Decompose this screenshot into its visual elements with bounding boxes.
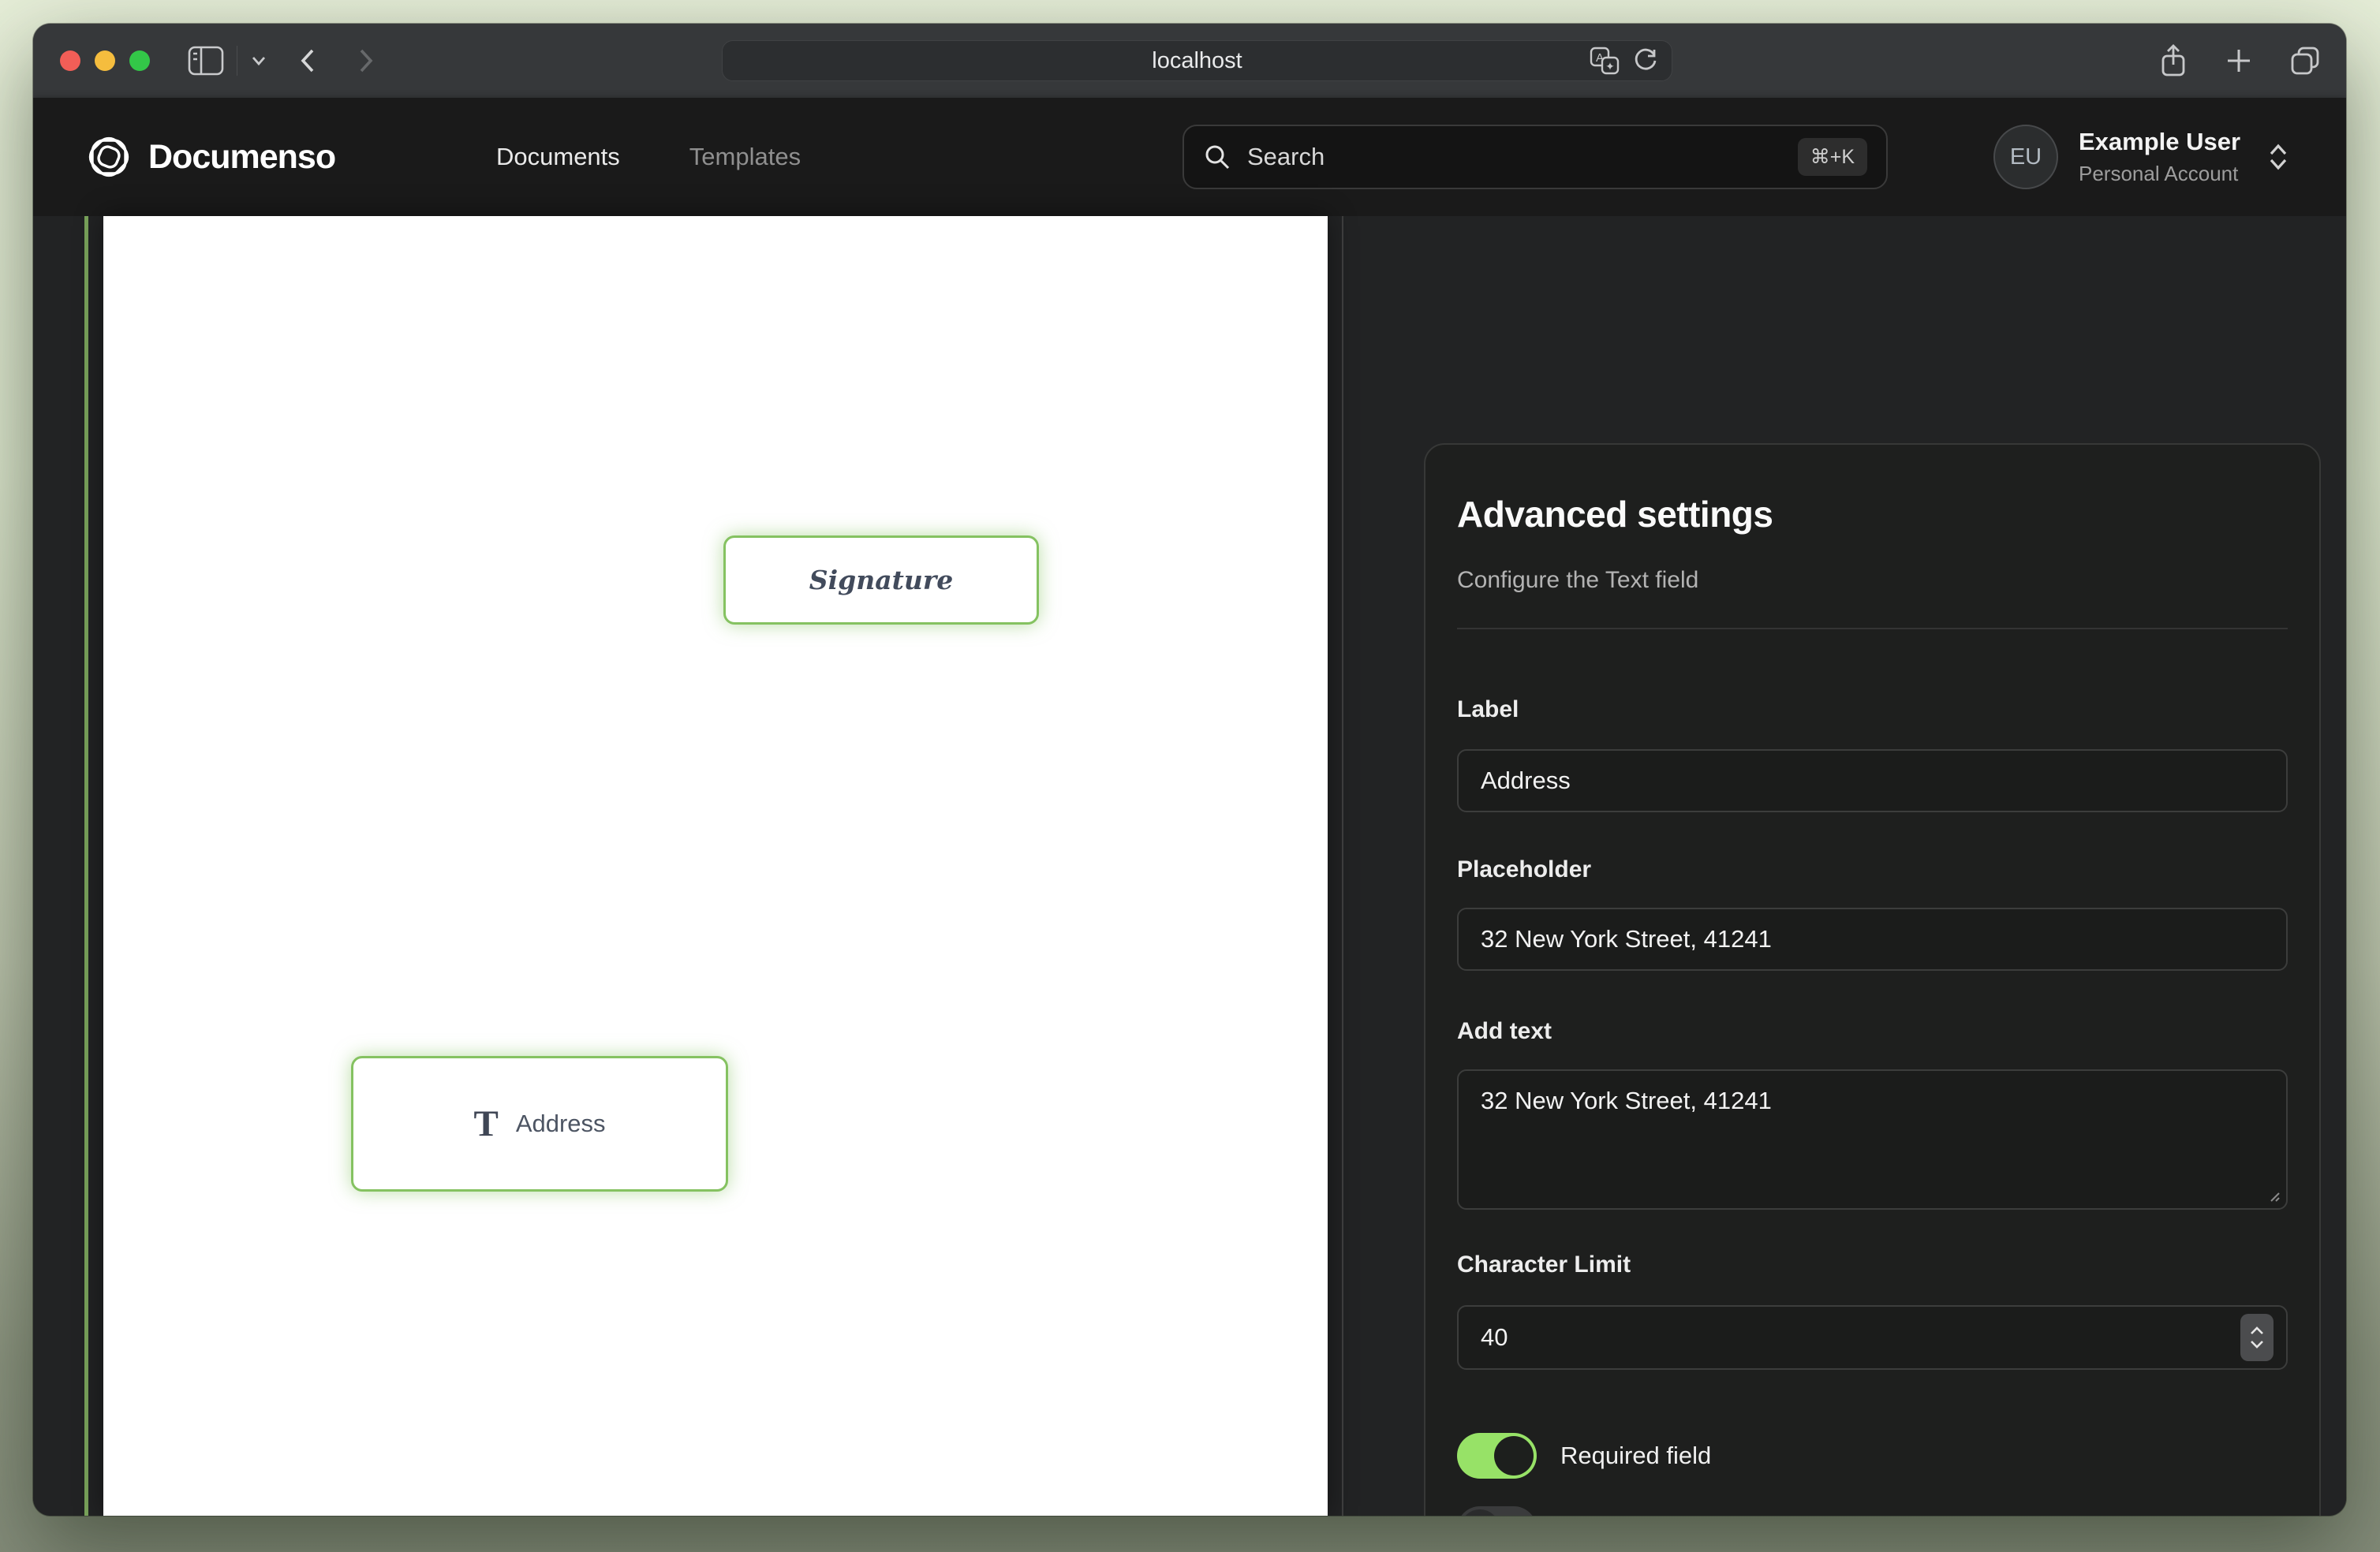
- number-stepper[interactable]: [2240, 1314, 2274, 1361]
- avatar: EU: [1993, 125, 2058, 189]
- reload-icon[interactable]: [1632, 47, 1659, 74]
- new-tab-icon[interactable]: [2225, 47, 2253, 75]
- address-bar[interactable]: localhost A ✦: [722, 40, 1672, 81]
- nav-documents[interactable]: Documents: [496, 143, 620, 171]
- brand-name: Documenso: [148, 138, 335, 177]
- main-nav: Documents Templates: [496, 143, 801, 171]
- url-text: localhost: [1152, 48, 1242, 74]
- signature-field-label: Signature: [809, 565, 953, 595]
- svg-text:✦: ✦: [1605, 60, 1615, 73]
- signature-field[interactable]: Signature: [723, 535, 1039, 625]
- placeholder-input[interactable]: [1457, 908, 2288, 971]
- add-text-textarea[interactable]: 32 New York Street, 41241: [1457, 1069, 2288, 1210]
- translate-icon[interactable]: A ✦: [1590, 47, 1620, 75]
- read-only-toggle[interactable]: [1457, 1506, 1537, 1516]
- browser-titlebar: localhost A ✦: [33, 24, 2346, 98]
- user-account-type: Personal Account: [2079, 162, 2240, 186]
- toggle-knob: [1460, 1509, 1500, 1516]
- minimize-window-button[interactable]: [95, 50, 115, 71]
- advanced-settings-panel: Advanced settings Configure the Text fie…: [1424, 443, 2321, 1516]
- tabs-overview-icon[interactable]: [2289, 45, 2321, 76]
- required-field-row: Required field: [1457, 1433, 2288, 1479]
- browser-window: localhost A ✦: [33, 24, 2346, 1516]
- character-limit-input[interactable]: [1457, 1305, 2288, 1370]
- back-icon[interactable]: [299, 47, 316, 74]
- search-bar[interactable]: ⌘+K: [1183, 125, 1888, 189]
- user-name: Example User: [2079, 128, 2240, 156]
- account-switcher-chevron-icon: [2267, 142, 2289, 172]
- label-field-heading: Label: [1457, 696, 2288, 724]
- character-limit-heading: Character Limit: [1457, 1251, 2288, 1279]
- required-field-toggle[interactable]: [1457, 1433, 1537, 1479]
- close-window-button[interactable]: [60, 50, 80, 71]
- panel-title: Advanced settings: [1457, 494, 2288, 535]
- search-icon: [1203, 143, 1231, 171]
- placeholder-field-heading: Placeholder: [1457, 856, 2288, 884]
- content-area: Signature T Address Advanced settings Co…: [33, 216, 2346, 1516]
- required-field-label: Required field: [1560, 1442, 1711, 1470]
- search-input[interactable]: [1247, 143, 1782, 171]
- app-header: Documenso Documents Templates ⌘+K EU Exa…: [33, 98, 2346, 216]
- sidebar-toggle-icon[interactable]: [188, 46, 224, 76]
- panel-subtitle: Configure the Text field: [1457, 566, 2288, 595]
- document-page: Signature T Address: [103, 216, 1328, 1516]
- read-only-row: Read only: [1457, 1506, 2288, 1516]
- share-icon[interactable]: [2158, 43, 2188, 78]
- keyboard-shortcut-badge: ⌘+K: [1798, 138, 1867, 176]
- panel-divider: [1457, 628, 2288, 629]
- nav-templates[interactable]: Templates: [689, 143, 801, 171]
- content-divider: [1342, 216, 1343, 1516]
- read-only-label: Read only: [1560, 1515, 1671, 1516]
- text-field-type-icon: T: [473, 1106, 498, 1143]
- tab-group-chevron-icon[interactable]: [250, 54, 267, 68]
- account-menu[interactable]: EU Example User Personal Account: [1993, 125, 2289, 189]
- window-controls: [60, 50, 150, 71]
- documenso-logo-icon: [84, 132, 134, 182]
- toggle-knob: [1494, 1436, 1534, 1476]
- page-edge-indicator: [84, 216, 88, 1516]
- forward-icon[interactable]: [357, 47, 375, 74]
- label-input[interactable]: [1457, 749, 2288, 812]
- add-text-field-heading: Add text: [1457, 1017, 2288, 1046]
- text-field[interactable]: T Address: [351, 1056, 728, 1192]
- brand[interactable]: Documenso: [84, 132, 335, 182]
- text-field-label: Address: [516, 1110, 606, 1138]
- zoom-window-button[interactable]: [129, 50, 150, 71]
